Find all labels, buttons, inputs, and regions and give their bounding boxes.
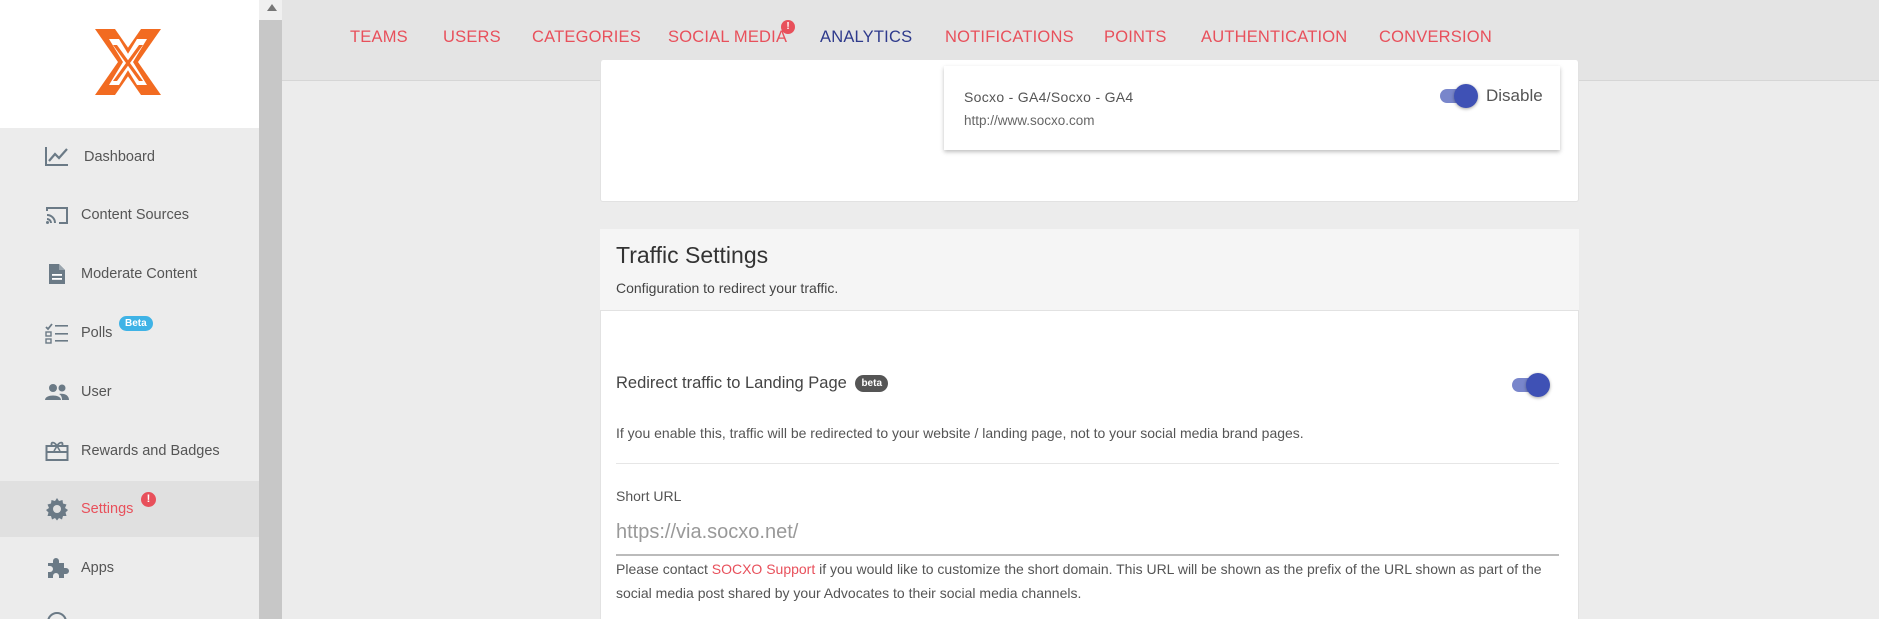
document-icon bbox=[44, 261, 70, 287]
beta-badge: Beta bbox=[119, 316, 153, 331]
sidebar-item-settings[interactable]: Settings ! bbox=[0, 481, 259, 537]
tab-analytics[interactable]: ANALYTICS bbox=[820, 28, 912, 47]
tab-authentication[interactable]: AUTHENTICATION bbox=[1201, 28, 1347, 47]
sidebar-item-rewards-and-badges[interactable]: Rewards and Badges bbox=[0, 423, 259, 479]
short-url-label: Short URL bbox=[616, 488, 682, 504]
sidebar-item-moderate-content[interactable]: Moderate Content bbox=[0, 246, 259, 302]
short-url-help-line2: social media post shared by your Advocat… bbox=[616, 585, 1082, 601]
redirect-label-text: Redirect traffic to Landing Page bbox=[616, 374, 847, 392]
section-subtitle: Configuration to redirect your traffic. bbox=[616, 280, 839, 296]
sidebar-item-label: User bbox=[81, 384, 112, 400]
sidebar-item-dashboard[interactable]: Dashboard bbox=[0, 129, 259, 185]
account-toggle[interactable] bbox=[1438, 82, 1480, 108]
sidebar-item-apps[interactable]: Apps bbox=[0, 540, 259, 596]
short-url-input[interactable]: https://via.socxo.net/ bbox=[616, 521, 798, 544]
tab-categories[interactable]: CATEGORIES bbox=[532, 28, 641, 47]
trending-up-icon bbox=[44, 143, 70, 169]
sidebar: Dashboard Content Sources Moderate Conte… bbox=[0, 0, 259, 619]
sidebar-scrollbar[interactable] bbox=[259, 0, 282, 619]
sidebar-item-user[interactable]: User bbox=[0, 364, 259, 420]
section-title: Traffic Settings bbox=[616, 242, 769, 268]
account-name: Socxo - GA4/Socxo - GA4 bbox=[964, 89, 1134, 105]
puzzle-icon bbox=[44, 555, 70, 581]
tab-teams[interactable]: TEAMS bbox=[350, 28, 408, 47]
people-icon bbox=[44, 379, 70, 405]
redirect-help-text: If you enable this, traffic will be redi… bbox=[616, 425, 1304, 441]
sidebar-item-label: Polls bbox=[81, 325, 113, 341]
short-url-help: Please contact SOCXO Support if you woul… bbox=[616, 561, 1542, 577]
scroll-up-arrow-icon[interactable] bbox=[267, 4, 277, 11]
tab-social-media[interactable]: SOCIAL MEDIA bbox=[668, 28, 787, 47]
cast-icon bbox=[44, 202, 70, 228]
sidebar-item-label: Settings bbox=[81, 501, 134, 517]
socxo-support-link[interactable]: SOCXO Support bbox=[712, 561, 816, 577]
checklist-icon bbox=[44, 320, 70, 346]
tab-users[interactable]: USERS bbox=[443, 28, 501, 47]
alert-icon: ! bbox=[141, 492, 156, 507]
traffic-settings-header: Traffic Settings Configuration to redire… bbox=[600, 229, 1579, 311]
redirect-label: Redirect traffic to Landing Page beta bbox=[616, 374, 888, 393]
account-url: http://www.socxo.com bbox=[964, 113, 1095, 128]
sidebar-item-label: Rewards and Badges bbox=[81, 443, 220, 459]
tab-alert-icon: ! bbox=[781, 20, 795, 34]
beta-badge: beta bbox=[855, 375, 888, 393]
sidebar-item-label: Moderate Content bbox=[81, 266, 198, 282]
gear-icon bbox=[44, 496, 70, 522]
analytics-accounts-card: Socxo - GA4/Socxo - GA4 http://www.socxo… bbox=[600, 60, 1579, 202]
sidebar-item-polls[interactable]: Polls Beta bbox=[0, 305, 259, 361]
sidebar-item-content-sources[interactable]: Content Sources bbox=[0, 187, 259, 243]
help-icon bbox=[44, 609, 70, 619]
gift-card-icon bbox=[44, 438, 70, 464]
help-suffix: if you would like to customize the short… bbox=[815, 561, 1542, 577]
divider bbox=[616, 463, 1559, 464]
tab-points[interactable]: POINTS bbox=[1104, 28, 1167, 47]
sidebar-item-label: Apps bbox=[81, 560, 115, 576]
short-url-field[interactable]: https://via.socxo.net/ bbox=[616, 515, 1559, 556]
tab-conversion[interactable]: CONVERSION bbox=[1379, 28, 1492, 47]
socxo-logo[interactable] bbox=[86, 14, 170, 109]
analytics-account-item: Socxo - GA4/Socxo - GA4 http://www.socxo… bbox=[944, 66, 1560, 150]
sidebar-item-label: Content Sources bbox=[81, 207, 190, 223]
logo-area bbox=[0, 0, 259, 128]
tab-notifications[interactable]: NOTIFICATIONS bbox=[945, 28, 1074, 47]
help-prefix: Please contact bbox=[616, 561, 712, 577]
redirect-toggle[interactable] bbox=[1510, 371, 1552, 397]
sidebar-item-label: Dashboard bbox=[84, 149, 155, 165]
toggle-label: Disable bbox=[1486, 86, 1543, 105]
